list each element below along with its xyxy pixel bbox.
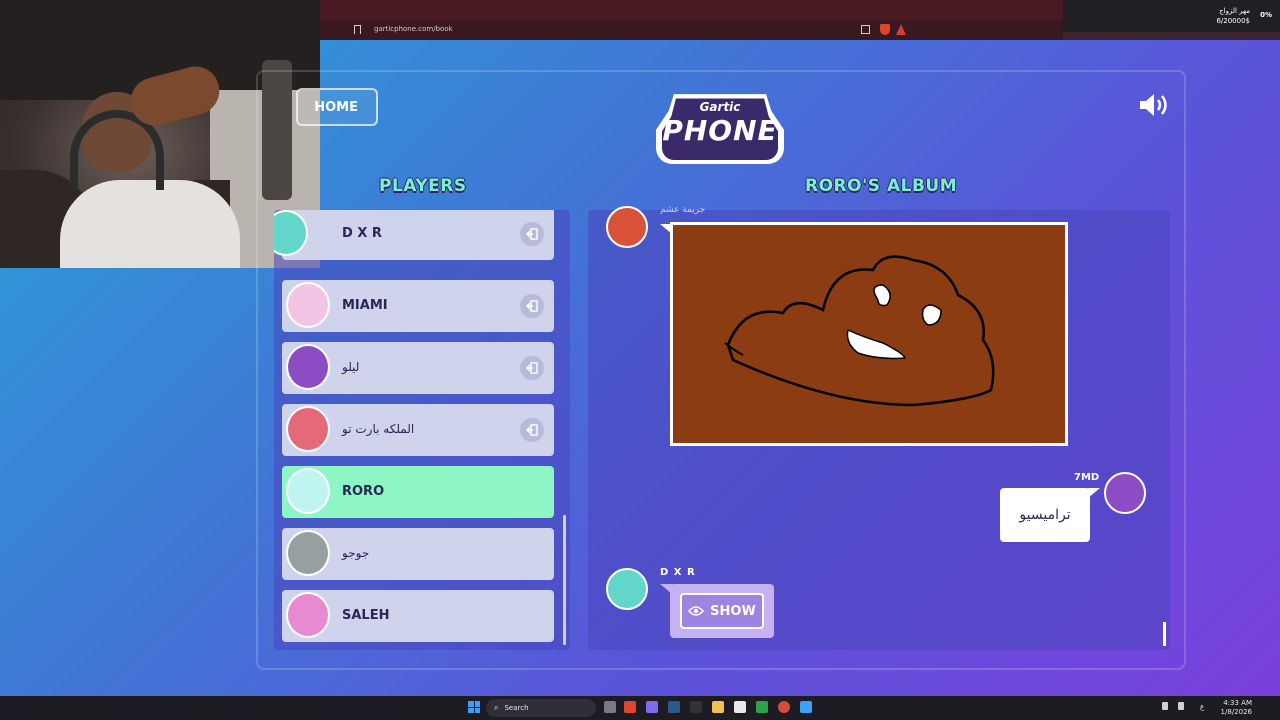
poop-drawing: [724, 255, 995, 407]
bookmark-icon[interactable]: [354, 25, 361, 34]
avatar: [286, 468, 330, 514]
album-drawing: [670, 222, 1068, 446]
sound-icon[interactable]: [1138, 92, 1172, 118]
drawing-canvas: [673, 225, 1065, 443]
player-card-jojo[interactable]: جوجو: [282, 528, 554, 580]
obs-icon[interactable]: [778, 701, 790, 713]
clock-time: 4:33 AM: [1223, 699, 1252, 707]
player-name: RORO: [342, 484, 385, 499]
browser-tab-strip: [320, 0, 1063, 20]
player-card-lilo[interactable]: ليلو: [282, 342, 554, 394]
calendar-icon[interactable]: [734, 701, 746, 713]
excel-icon[interactable]: [756, 701, 768, 713]
brave-shield-icon[interactable]: [880, 24, 890, 35]
taskbar-search-placeholder: Search: [504, 704, 529, 712]
guess-player-avatar: [1104, 472, 1146, 514]
address-url[interactable]: garticphone.com/book: [374, 25, 453, 33]
avatar: [286, 406, 330, 452]
taskbar-search[interactable]: ⌕ Search: [486, 699, 596, 717]
player-card-queen[interactable]: الملكه بارت تو: [282, 404, 554, 456]
album-title: RORO'S ALBUM: [805, 176, 958, 196]
next-player-name: D X R: [660, 567, 696, 578]
player-card-miami[interactable]: MIAMI: [282, 280, 554, 332]
avatar: [274, 210, 308, 256]
player-card-dxr[interactable]: D X R: [274, 210, 554, 260]
guess-player-name: 7MD: [1074, 472, 1100, 483]
avatar: [286, 530, 330, 576]
show-button[interactable]: SHOW: [680, 593, 764, 629]
eye-icon: [688, 606, 705, 616]
home-button[interactable]: HOME: [296, 88, 378, 126]
windows-start-icon[interactable]: [468, 701, 480, 713]
file-explorer-icon[interactable]: [712, 701, 724, 713]
tray-chevron-icon[interactable]: [1162, 702, 1168, 710]
brave-rewards-icon[interactable]: [896, 24, 906, 35]
share-icon[interactable]: [861, 25, 870, 34]
microphone-icon[interactable]: [1178, 702, 1184, 710]
donation-goal-amount: 6/20000$: [1216, 17, 1250, 25]
clock[interactable]: 4:33 AM 1/8/2026: [1221, 699, 1252, 717]
apps-grid-icon[interactable]: [800, 701, 812, 713]
input-language[interactable]: ع: [1200, 703, 1204, 711]
task-view-icon[interactable]: [604, 701, 616, 713]
player-name: جوجو: [342, 546, 370, 560]
player-name: الملكه بارت تو: [342, 422, 415, 436]
player-name: SALEH: [342, 608, 390, 623]
album-scrollbar[interactable]: [1163, 622, 1166, 646]
donation-goal-label: مهر الزواج: [1219, 7, 1250, 15]
gartic-phone-logo: Gartic PHONE: [656, 88, 784, 164]
search-icon: ⌕: [494, 703, 499, 712]
discord-icon[interactable]: [646, 701, 658, 713]
clock-date: 1/8/2026: [1220, 708, 1252, 716]
avatar: [286, 344, 330, 390]
windows-taskbar: ⌕ Search ع 4:33 AM 1/8/2026: [0, 696, 1280, 720]
next-player-avatar: [606, 568, 648, 610]
browser-address-bar[interactable]: garticphone.com/book: [320, 20, 1080, 40]
players-title: PLAYERS: [379, 176, 467, 196]
guess-bubble: تراميسيو: [1000, 488, 1090, 542]
donation-goal-text: مهر الزواج 6/20000$: [1216, 6, 1250, 26]
avatar: [286, 282, 330, 328]
album-entry-player-name: جريمة عشم: [660, 205, 706, 215]
system-tray[interactable]: [1162, 702, 1184, 710]
player-card-roro[interactable]: RORO: [282, 466, 554, 518]
player-name: ليلو: [342, 360, 360, 374]
donation-goal-percent: 0%: [1260, 11, 1272, 19]
logo-text-gartic: Gartic: [699, 100, 741, 114]
player-card-saleh[interactable]: SALEH: [282, 590, 554, 642]
players-scrollbar[interactable]: [563, 515, 566, 645]
kick-player-icon[interactable]: [520, 222, 544, 246]
player-name: D X R: [342, 226, 382, 241]
album-entry-avatar: [606, 206, 648, 248]
player-name: MIAMI: [342, 298, 388, 313]
players-panel[interactable]: D X R MIAMI ليلو الملكه بارت تو RORO جوج…: [274, 210, 570, 650]
kick-player-icon[interactable]: [520, 356, 544, 380]
show-button-label: SHOW: [710, 603, 756, 619]
avatar: [286, 592, 330, 638]
kick-player-icon[interactable]: [520, 418, 544, 442]
brave-browser-icon[interactable]: [624, 701, 636, 713]
logo-text-phone: PHONE: [662, 114, 778, 147]
kick-player-icon[interactable]: [520, 294, 544, 318]
epic-games-icon[interactable]: [690, 701, 702, 713]
webcam-person-shirt: [60, 180, 240, 268]
steam-icon[interactable]: [668, 701, 680, 713]
donation-goal-overlay: مهر الزواج 6/20000$ 0%: [1063, 0, 1280, 32]
